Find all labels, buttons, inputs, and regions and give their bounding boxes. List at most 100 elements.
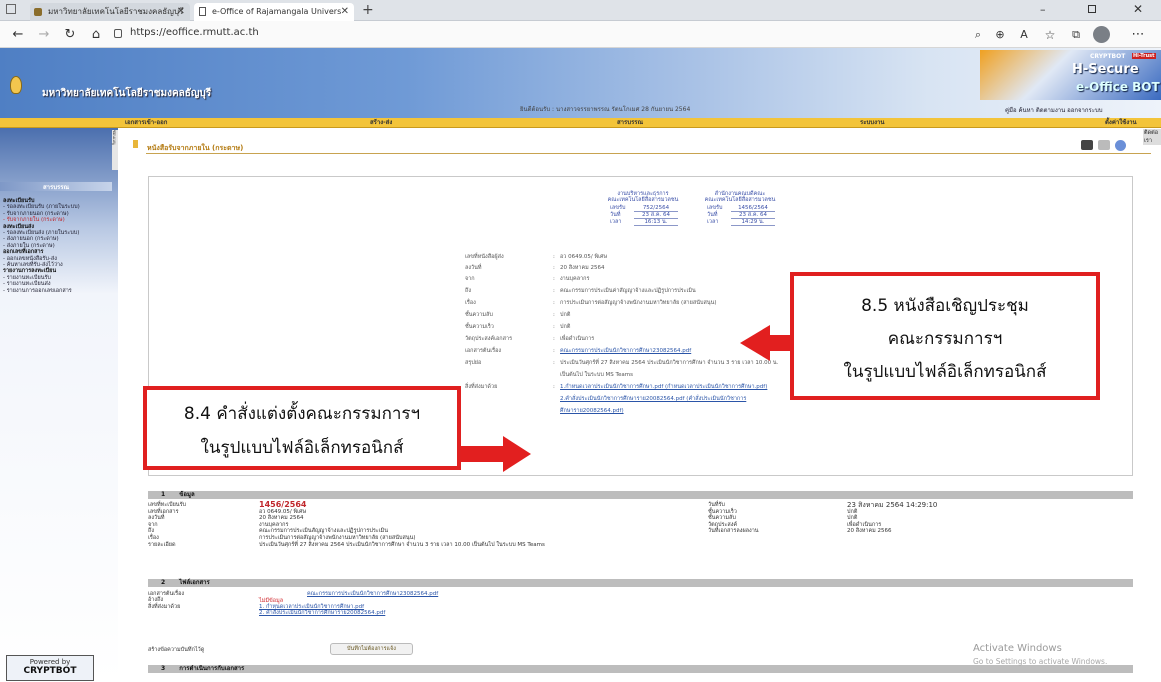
callout-appointment: 8.4 คำสั่งแต่งตั้งคณะกรรมการฯ ในรูปแบบไฟ… [143,386,461,470]
powered-logo: CRYPTBOT [23,666,77,676]
info-label: เลขที่ทะเบียนรับ [148,502,187,508]
close-window-icon[interactable]: ✕ [1133,2,1143,16]
doc-field-colon: : [553,360,555,366]
sidebar-item[interactable]: - รับจากภายใน (กระดาษ) [3,217,65,223]
main-nav: เอกสารเข้า-ออก สร้าง-ส่ง สารบรรณ ระบบงาน… [0,118,1161,128]
search-page-icon[interactable]: ⌕ [968,25,988,45]
section-actions-header: 3 การดำเนินการกับเอกสาร [148,665,1133,673]
minimize-icon[interactable]: – [1040,3,1046,16]
main-doc-link[interactable]: คณะกรรมการประเมินนักวิชาการศึกษา23082564… [307,591,438,597]
brand-trust: Hi-Trust [1132,53,1156,59]
home-icon[interactable]: ⌂ [86,25,106,45]
contact-link[interactable]: ติดต่อเรา [1143,129,1161,145]
powered-by: Powered by CRYPTBOT [6,655,94,681]
stamp-line2: คณะเทคโนโลยีสื่อสารมวลชน [704,197,776,204]
new-tab-button[interactable]: + [362,2,374,18]
info-label: รายละเอียด [148,541,176,548]
window-menu-icon[interactable] [6,4,16,14]
sidebar-item[interactable]: - รายงานทะเบียนส่ง [3,281,51,287]
tab-title: มหาวิทยาลัยเทคโนโลยีราชมงคลธัญบุรี [48,7,184,16]
sidebar-item[interactable]: - รายงานการออกเลขเอกสาร [3,288,72,294]
favorites-icon[interactable]: ☆ [1040,25,1060,45]
info-label: ลงวันที่ [148,515,165,522]
stamp-value: 16:13 น. [634,219,678,227]
forward-icon[interactable]: → [34,25,54,45]
info-value: 1456/2564 [259,500,307,509]
print-icon[interactable] [1098,140,1110,150]
nav-inout[interactable]: เอกสารเข้า-ออก [125,118,167,128]
info-label: ชั้นความเร็ว [708,508,737,515]
sidebar-item[interactable]: ออกเลขที่เอกสาร [3,249,44,255]
refresh-icon[interactable]: ↻ [60,25,80,45]
brand-bottom: e-Office BOT [1076,80,1160,94]
browser-tab-active[interactable]: e-Office of Rajamangala Univers ✕ [194,3,354,21]
attachment-link[interactable]: 2. คำสั่งประเมินนักวิชาการศึกษาราย200825… [259,610,385,616]
note-label: สร้างข้อความบันทึกไว้ดู [148,647,205,653]
brand-top: CRYPTBOT [1090,53,1126,60]
tab-title: e-Office of Rajamangala Univers [212,7,342,16]
sidebar-item[interactable]: - รอลงทะเบียนรับ (ภายในระบบ) [3,204,80,210]
tools-icon[interactable] [1081,140,1093,150]
arrow-right-shaft [461,446,503,462]
nav-settings[interactable]: ตั้งค่าใช้งาน [1105,118,1137,128]
doc-field-value[interactable]: ศึกษาราย20082564.pdf) [560,408,624,414]
doc-field-value: ปกติ [560,324,571,330]
help-icon[interactable] [1115,140,1126,151]
stamp-label: วันที่ [610,212,621,218]
doc-field-value[interactable]: 1.กำหนดเวลาประเมินนักวิชาการศึกษา.pdf (ก… [560,384,767,390]
doc-field-value: 20 สิงหาคม 2564 [560,265,605,271]
arrow-left-head [740,325,770,361]
note-button[interactable]: บันทึกไม่ต้องการแจ้ง [330,643,413,656]
browser-tab-inactive[interactable]: มหาวิทยาลัยเทคโนโลยีราชมงคลธัญบุรี ✕ [30,3,190,21]
info-label: วันที่เอกสารลงผลงาน [708,528,759,535]
reader-icon[interactable]: A [1014,25,1034,45]
sidebar-item[interactable]: - ออกเลขหนังสือรับ-ส่ง [3,256,57,262]
stamp-label: เลขรับ [707,205,723,211]
stamp-value: 14:29 น. [731,219,775,227]
nav-saraban[interactable]: สารบรรณ [617,118,643,128]
doc-icon [133,140,138,148]
doc-field-label: เรื่อง [465,300,476,306]
doc-field-colon: : [553,348,555,354]
doc-field-value: อว 0649.05/ พิเศษ [560,254,608,260]
sidebar-title: สารบรรณ [42,184,70,191]
arrow-left-shaft [768,335,790,351]
more-menu-icon[interactable]: ⋯ [1128,25,1148,45]
doc-field-value: เพื่อดำเนินการ [560,336,595,342]
doc-field-label: ถึง [465,288,472,294]
stamp-label: เวลา [610,219,622,225]
welcome-text: ยินดีต้อนรับ : นางสาวจรรยาพรรณ รัตนโกเมศ… [520,106,691,113]
url-field[interactable]: https://eoffice.rmutt.ac.th [130,27,259,38]
sidebar-item[interactable]: - ส่งภายนอก (กระดาษ) [3,236,59,242]
doc-field-label: ชั้นความลับ [465,312,493,318]
collections-icon[interactable]: ⧉ [1066,25,1086,45]
doc-field-colon: : [553,336,555,342]
sidebar-item[interactable]: ลงทะเบียนส่ง [3,224,34,230]
close-tab-icon[interactable]: ✕ [177,3,185,21]
section-info-header: 1 ข้อมูล [148,491,1133,499]
profile-avatar[interactable] [1093,26,1110,43]
doc-field-colon: : [553,312,555,318]
doc-field-value[interactable]: คณะกรรมการประเมินนักวิชาการศึกษา23082564… [560,348,691,354]
doc-field-label: สรุปย่อ [465,360,482,366]
nav-create[interactable]: สร้าง-ส่ง [370,118,392,128]
info-value: 20 สิงหาคม 2566 [847,528,892,535]
doc-field-label: เอกสารต้นเรื่อง [465,348,502,354]
info-label: ชั้นความลับ [708,515,736,522]
info-value: 20 สิงหาคม 2564 [259,515,304,522]
doc-field-label: เลขที่หนังสือผู้ส่ง [465,254,504,260]
doc-field-value[interactable]: 2.คำสั่งประเมินนักวิชาการศึกษาราย2008256… [560,396,746,402]
sidebar-item[interactable]: รายงานการลงทะเบียน [3,268,56,274]
arrow-right-head [503,436,531,472]
restore-icon[interactable] [1088,5,1096,13]
top-links[interactable]: คู่มือ ค้นหา ติดตามงาน ออกจากระบบ [1005,105,1103,115]
doc-field-value: งานบุคลากร [560,276,590,282]
university-name: มหาวิทยาลัยเทคโนโลยีราชมงคลธัญบุรี [42,88,212,99]
back-icon[interactable]: ← [8,25,28,45]
file-label: สิ่งที่ส่งมาด้วย [148,603,181,610]
section-num: 1 [161,491,166,498]
info-value: อว 0649.05/ พิเศษ [259,508,307,515]
close-tab-icon[interactable]: ✕ [341,3,349,21]
nav-system[interactable]: ระบบงาน [860,118,884,128]
zoom-icon[interactable]: ⊕ [990,25,1010,45]
